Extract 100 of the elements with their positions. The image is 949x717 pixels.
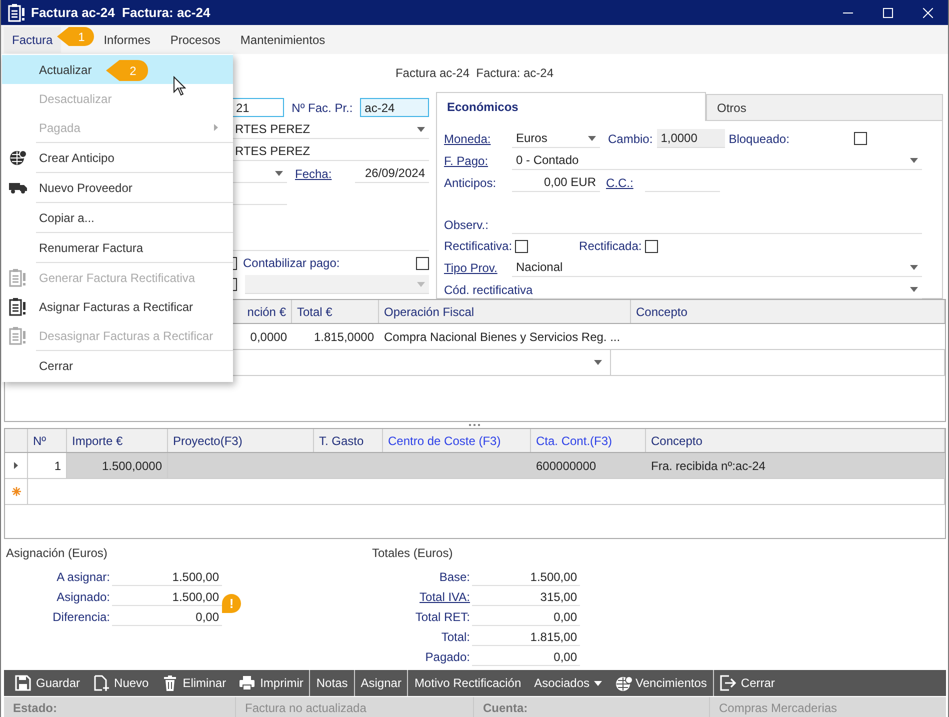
menu-item[interactable]: Procesos: [162, 26, 228, 52]
menu-item[interactable]: Renumerar Factura: [2, 233, 233, 262]
field-label: Pagado:: [424, 649, 471, 666]
toolbar-button[interactable]: Cerrar: [714, 670, 782, 696]
input-field[interactable]: ac-24: [360, 98, 429, 117]
caret-icon: [417, 126, 425, 132]
maximize-icon: [883, 8, 893, 18]
value-field: 315,00: [472, 588, 580, 606]
combo-box[interactable]: 0 - Contado: [512, 151, 922, 170]
new-row[interactable]: [5, 479, 945, 505]
combo-box[interactable]: Nacional: [512, 258, 922, 277]
section-title: Totales (Euros): [372, 545, 454, 562]
globe-icon: [9, 148, 27, 166]
clipboard-icon: [9, 296, 27, 316]
field-label: Cód. rectificativa: [444, 282, 533, 298]
window-title: Factura ac-24 Factura: ac-24: [31, 4, 210, 22]
field-label: Total RET:: [414, 609, 471, 626]
menu-item[interactable]: Mantenimientos: [232, 26, 334, 52]
printer-icon: [239, 674, 256, 692]
toolbar-button[interactable]: Nuevo: [87, 670, 156, 696]
checkbox[interactable]: [644, 240, 658, 252]
field-label: Asignado:: [56, 589, 111, 606]
combo-box[interactable]: [245, 275, 429, 294]
column-header[interactable]: Concepto: [631, 300, 945, 323]
checkbox[interactable]: [416, 256, 429, 270]
toolbar-button[interactable]: Asociados: [528, 670, 609, 696]
toolbar-button[interactable]: Asignar: [354, 670, 408, 696]
toolbar-button[interactable]: Motivo Rectificación: [408, 670, 528, 696]
column-header[interactable]: Operación Fiscal: [379, 300, 631, 323]
clipboard-icon: [9, 326, 27, 346]
value-field: 0,00: [472, 648, 580, 666]
toolbar-button[interactable]: Eliminar: [156, 670, 234, 696]
value-field: 1.500,00: [112, 588, 222, 606]
table-row[interactable]: 1 1.500,0000 600000000 Fra. recibida nº:ac-24: [5, 453, 945, 479]
menu-item[interactable]: Copiar a...: [2, 203, 233, 232]
warning-marker: !: [222, 594, 241, 613]
menu-item[interactable]: Cerrar: [2, 351, 233, 380]
menu-item[interactable]: Nuevo Proveedor: [2, 173, 233, 202]
tab[interactable]: Otros: [706, 94, 943, 121]
toolbar-button[interactable]: Guardar: [9, 670, 88, 696]
field-link[interactable]: Tipo Prov.: [444, 258, 512, 276]
column-header[interactable]: Total €: [292, 300, 379, 323]
field-label: Observ.:: [444, 216, 490, 234]
new-document-icon: [93, 674, 110, 692]
status-label: Estado:: [4, 697, 236, 717]
value-field: 1.500,00: [472, 568, 580, 586]
field-label: Base:: [438, 569, 471, 586]
field-label: Bloqueado:: [728, 130, 790, 148]
combo-box[interactable]: Euros: [512, 129, 600, 148]
current-row-icon: [14, 462, 18, 469]
pointer-cursor-icon: [173, 76, 186, 96]
status-value: Compras Mercaderias: [718, 700, 838, 717]
caret-icon: [910, 286, 918, 292]
value-field: 0,00: [112, 608, 222, 626]
column-header[interactable]: Importe €: [67, 429, 168, 452]
field-label: Anticipos:: [444, 174, 498, 192]
save-icon: [15, 674, 32, 692]
column-header[interactable]: Proyecto(F3): [168, 429, 314, 452]
column-header[interactable]: Nº: [28, 429, 67, 452]
toolbar-button[interactable]: Imprimir: [233, 670, 310, 696]
value-field: 0,00: [472, 608, 580, 626]
table-cell-text: 1.815,0000: [312, 328, 375, 346]
input-field[interactable]: 26/09/2024: [355, 164, 429, 183]
column-header[interactable]: Centro de Coste (F3): [383, 429, 531, 452]
value-field: 1.815,00: [472, 628, 580, 646]
input-field[interactable]: 0,00 EUR: [512, 173, 600, 192]
column-header[interactable]: T. Gasto: [314, 429, 383, 452]
exit-icon: [720, 674, 737, 692]
clipboard-icon: [8, 2, 26, 22]
trash-icon: [162, 674, 179, 692]
checkbox[interactable]: [515, 240, 528, 252]
column-header[interactable]: Concepto: [646, 429, 945, 452]
menu-item[interactable]: Crear Anticipo: [2, 143, 233, 172]
submenu-arrow-icon: [214, 124, 218, 131]
caret-icon: [910, 158, 918, 162]
section-title: Asignación (Euros): [6, 545, 108, 562]
toolbar-button[interactable]: Vencimientos: [608, 670, 714, 696]
toolbar-button[interactable]: Notas: [310, 670, 355, 696]
clipboard-icon: [9, 268, 27, 288]
menu-item[interactable]: Factura: [4, 26, 61, 52]
field-label: Nº Fac. Pr.:: [292, 100, 352, 116]
input-field[interactable]: 1,0000: [656, 129, 725, 148]
field-link[interactable]: Moneda:: [444, 130, 512, 148]
field-label: Total:: [440, 629, 471, 646]
table-cell-text: 600000000: [535, 458, 598, 474]
tab[interactable]: Económicos: [436, 92, 706, 121]
table-cell-text: 0,0000: [249, 328, 288, 346]
field-link[interactable]: Fecha:: [295, 164, 332, 182]
checkbox[interactable]: [854, 132, 867, 145]
field-link[interactable]: F. Pago:: [444, 152, 512, 170]
field-link[interactable]: C.C.:: [606, 174, 645, 192]
field-label: A asignar:: [56, 569, 111, 586]
column-header[interactable]: Cta. Cont.(F3): [531, 429, 646, 452]
form-caption: Factura ac-24 Factura: ac-24: [395, 65, 554, 82]
caret-icon: [417, 282, 425, 286]
caret-icon: [588, 136, 596, 140]
status-label: Cuenta:: [474, 697, 710, 717]
table-cell-text: Compra Nacional Bienes y Servicios Reg. ...: [383, 328, 622, 346]
field-link[interactable]: Total IVA:: [372, 588, 472, 606]
menu-item[interactable]: Informes: [96, 26, 158, 52]
